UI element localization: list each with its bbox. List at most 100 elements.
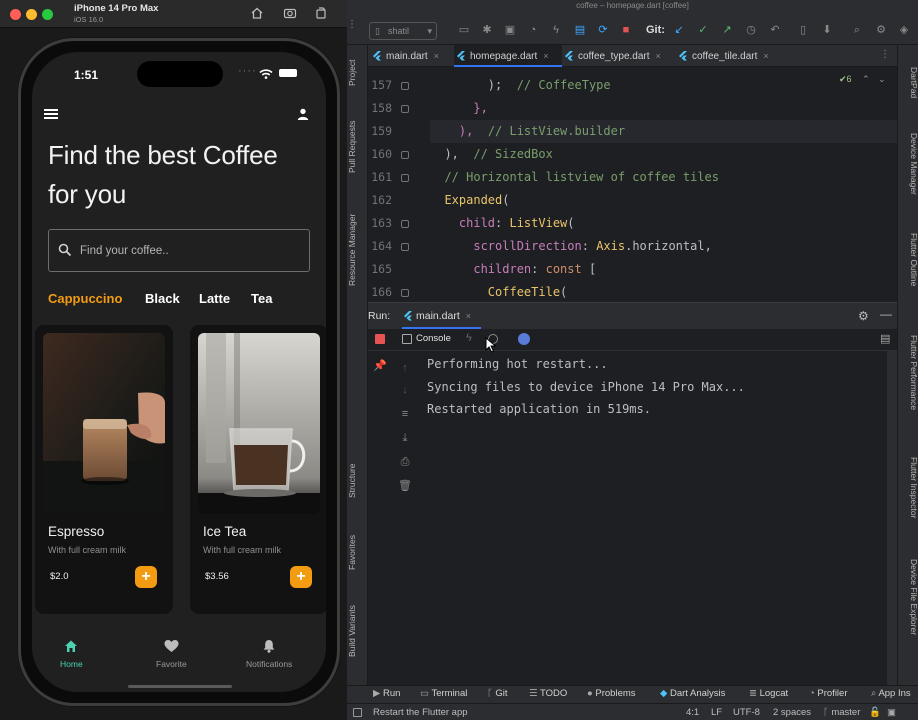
trash-icon[interactable]: 🗑 [398, 479, 412, 493]
caret-position[interactable]: 4:1 [686, 707, 699, 718]
chevron-up-icon[interactable]: ⌃ [862, 74, 870, 84]
git-push-icon[interactable]: ↗ [720, 23, 734, 37]
code-line[interactable]: scrollDirection: Axis.horizontal, [430, 235, 897, 258]
refresh-icon[interactable]: ⟳ [596, 23, 610, 37]
hot-reload-icon[interactable]: ϟ [549, 23, 563, 37]
sdk-manager-icon[interactable]: ⬇ [820, 23, 834, 37]
code-editor[interactable]: 157 158 159 160 161 162 163 164 165 166 ); // Cof… [368, 67, 897, 302]
inspection-widget[interactable]: ✔6 ⌃ ⌄ [839, 74, 886, 85]
coffee-type-tea[interactable]: Tea [251, 291, 272, 306]
code-line[interactable]: ); // CoffeeType [430, 74, 897, 97]
console-tab[interactable]: Console [416, 333, 451, 344]
close-tab-icon[interactable]: × [543, 51, 548, 61]
fold-marker-icon[interactable] [401, 289, 409, 297]
device-manager-icon[interactable]: ▯ [796, 23, 810, 37]
debug-icon[interactable]: ✱ [480, 23, 494, 37]
history-icon[interactable]: ◷ [744, 23, 758, 37]
device-selector[interactable]: shatil ▯ ▾ [369, 22, 437, 40]
arrow-up-icon[interactable]: ↑ [398, 361, 412, 375]
tab-list-icon[interactable]: ⋮ [880, 49, 890, 60]
code-line[interactable]: children: const [ [430, 258, 897, 281]
tab-coffee-tile-dart[interactable]: coffee_tile.dart × [676, 45, 786, 67]
person-icon[interactable] [297, 108, 309, 120]
profile-icon[interactable]: ◔ [526, 23, 540, 37]
nav-favorite[interactable]: Favorite [156, 638, 187, 669]
coverage-icon[interactable]: ▣ [503, 23, 517, 37]
tool-tab-dartpad[interactable]: DartPad [898, 67, 918, 107]
close-window-button[interactable] [10, 9, 21, 20]
coffee-tile[interactable]: Espresso With full cream milk $2.0 + [35, 325, 173, 614]
code-line[interactable]: }, [430, 97, 897, 120]
fold-marker-icon[interactable] [401, 82, 409, 90]
search-box[interactable] [48, 229, 310, 272]
add-to-cart-button[interactable]: + [290, 566, 312, 588]
settings-icon[interactable]: ⚙ [874, 23, 888, 37]
flutter-devtools-icon[interactable]: ▤ [573, 23, 587, 37]
layout-icon[interactable]: ▤ [880, 332, 890, 345]
tool-logcat[interactable]: ≣ Logcat [749, 688, 788, 699]
file-encoding[interactable]: UTF-8 [733, 707, 760, 718]
stop-icon[interactable]: ■ [619, 23, 633, 37]
tool-tab-favorites[interactable]: Favorites [347, 527, 368, 579]
settings-icon[interactable]: ⚙ [858, 309, 869, 323]
rollback-icon[interactable]: ↶ [768, 23, 782, 37]
tool-tab-build-variants[interactable]: Build Variants [347, 597, 368, 665]
zoom-window-button[interactable] [42, 9, 53, 20]
hot-reload-icon[interactable]: ϟ [466, 332, 472, 344]
git-update-icon[interactable]: ↙ [672, 23, 686, 37]
run-config-icon[interactable]: ▭ [457, 23, 471, 37]
tool-tab-flutter-performance[interactable]: Flutter Performance [898, 335, 918, 425]
code-line[interactable]: // Horizontal listview of coffee tiles [430, 166, 897, 189]
add-to-cart-button[interactable]: + [135, 566, 157, 588]
git-branch-widget[interactable]: ᚴ master [823, 707, 860, 718]
tool-tab-flutter-inspector[interactable]: Flutter Inspector [898, 457, 918, 535]
fold-marker-icon[interactable] [401, 220, 409, 228]
code-line[interactable]: ), // ListView.builder [430, 120, 897, 143]
coffee-type-cappuccino[interactable]: Cappuccino [48, 291, 122, 306]
tool-app-inspection[interactable]: ⌕ App Ins [871, 688, 911, 699]
tool-run[interactable]: ▶ Run [373, 688, 400, 699]
menu-icon[interactable] [44, 109, 58, 119]
pin-icon[interactable]: 📌 [373, 359, 387, 373]
indent-setting[interactable]: 2 spaces [773, 707, 811, 718]
hide-panel-icon[interactable]: — [880, 307, 892, 321]
close-tab-icon[interactable]: × [656, 51, 661, 61]
memory-icon[interactable]: ▣ [887, 707, 896, 718]
search-input[interactable] [80, 232, 300, 269]
stop-icon[interactable] [375, 334, 385, 344]
nav-home[interactable]: Home [60, 638, 83, 669]
git-commit-icon[interactable]: ✓ [696, 23, 710, 37]
code-line[interactable]: CoffeeTile( [430, 281, 897, 302]
code-line[interactable]: ), // SizedBox [430, 143, 897, 166]
run-tab-main-dart[interactable]: main.dart × [402, 303, 482, 329]
close-tab-icon[interactable]: × [466, 311, 471, 321]
tool-tab-resource-manager[interactable]: Resource Manager [347, 205, 368, 295]
close-tab-icon[interactable]: × [763, 51, 768, 61]
soft-wrap-icon[interactable]: ≡ [398, 407, 412, 421]
tool-tab-pull-requests[interactable]: Pull Requests [347, 115, 368, 179]
close-tab-icon[interactable]: × [434, 51, 439, 61]
tool-tab-structure[interactable]: Structure [347, 455, 368, 507]
print-icon[interactable]: ⎙ [398, 455, 412, 469]
tool-windows-icon[interactable] [353, 708, 362, 717]
chevron-down-icon[interactable]: ⌄ [878, 74, 886, 84]
devtools-icon[interactable] [518, 333, 530, 345]
fold-marker-icon[interactable] [401, 151, 409, 159]
arrow-down-icon[interactable]: ↓ [398, 383, 412, 397]
tool-tab-device-file-explorer[interactable]: Device File Explorer [898, 559, 918, 659]
tab-homepage-dart[interactable]: homepage.dart × [454, 45, 562, 67]
tool-git[interactable]: ᚴ Git [487, 688, 507, 699]
fold-marker-icon[interactable] [401, 105, 409, 113]
scroll-to-end-icon[interactable]: ⤓ [398, 431, 412, 445]
fold-marker-icon[interactable] [401, 174, 409, 182]
coffee-type-black[interactable]: Black [145, 291, 180, 306]
tool-dart-analysis[interactable]: ◆ Dart Analysis [660, 688, 725, 699]
line-separator[interactable]: LF [711, 707, 722, 718]
coffee-tile[interactable]: Ice Tea With full cream milk $3.56 + [190, 325, 326, 614]
tab-main-dart[interactable]: main.dart × [370, 45, 454, 67]
minimize-window-button[interactable] [26, 9, 37, 20]
rotate-icon[interactable] [313, 6, 329, 22]
tool-todo[interactable]: ☰ TODO [529, 688, 567, 699]
code-line[interactable]: Expanded( [430, 189, 897, 212]
nav-notifications[interactable]: Notifications [246, 638, 292, 669]
